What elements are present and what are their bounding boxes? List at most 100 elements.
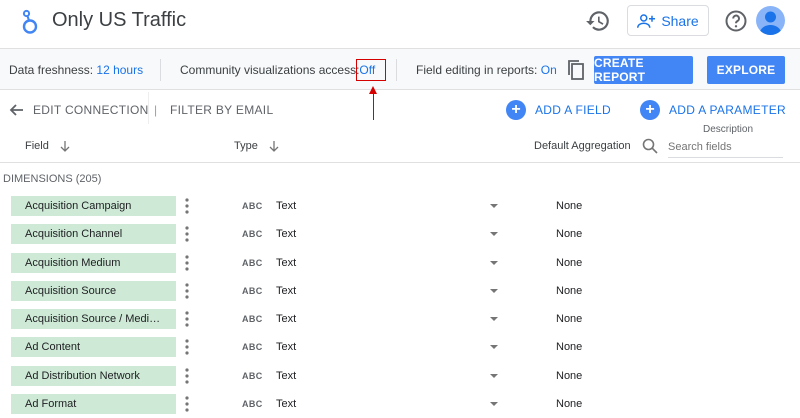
field-name-chip[interactable]: Acquisition Source	[11, 280, 176, 301]
field-name-chip[interactable]: Acquisition Campaign	[11, 196, 176, 216]
default-aggregation-value[interactable]: None	[556, 257, 582, 269]
field-list: Acquisition Campaign ABC Text None Acqui…	[0, 192, 800, 418]
more-vert-icon[interactable]	[183, 225, 191, 243]
text-type-icon: ABC	[242, 342, 263, 353]
add-parameter-icon[interactable]: +	[640, 100, 660, 120]
sort-down-arrow-icon[interactable]	[268, 140, 280, 152]
field-type[interactable]: Text	[276, 228, 296, 240]
field-editing-value[interactable]: On	[541, 63, 557, 77]
default-aggregation-column-header: Default Aggregation	[534, 140, 631, 152]
table-row: Ad Distribution Network ABC Text None	[0, 362, 800, 390]
looker-studio-logo-icon	[22, 9, 38, 34]
divider	[148, 92, 149, 124]
table-row: Acquisition Source ABC Text None	[0, 277, 800, 305]
text-type-icon: ABC	[242, 201, 263, 211]
column-header-row: Field Type Default Aggregation	[0, 131, 800, 163]
community-visualizations-access: Community visualizations access:Off	[180, 63, 375, 77]
copy-icon[interactable]	[566, 59, 586, 81]
community-visualizations-label: Community visualizations access:	[180, 63, 360, 77]
field-type[interactable]: Text	[276, 200, 296, 212]
share-button[interactable]: Share	[627, 5, 709, 36]
field-type[interactable]: Text	[276, 341, 296, 353]
version-history-icon[interactable]	[585, 8, 611, 34]
field-editing-in-reports: Field editing in reports: On	[416, 63, 557, 77]
more-vert-icon[interactable]	[183, 282, 191, 300]
text-type-icon: ABC	[242, 229, 263, 240]
default-aggregation-value[interactable]: None	[556, 370, 582, 382]
separator-pipe: |	[154, 103, 158, 117]
field-type[interactable]: Text	[276, 370, 296, 382]
field-type[interactable]: Text	[276, 313, 296, 325]
back-arrow-icon[interactable]	[8, 102, 24, 118]
help-icon[interactable]	[724, 9, 748, 33]
more-vert-icon[interactable]	[183, 395, 191, 413]
more-vert-icon[interactable]	[183, 197, 191, 215]
type-dropdown-caret-icon[interactable]	[490, 317, 498, 322]
default-aggregation-value[interactable]: None	[556, 228, 582, 240]
more-vert-icon[interactable]	[183, 338, 191, 356]
default-aggregation-value[interactable]: None	[556, 313, 582, 325]
share-label: Share	[661, 12, 699, 29]
field-name-chip[interactable]: Ad Format	[11, 394, 176, 415]
data-source-settings-bar: Data freshness: 12 hours Community visua…	[0, 48, 800, 90]
filter-by-email-button[interactable]: FILTER BY EMAIL	[170, 103, 273, 117]
data-freshness-label: Data freshness:	[9, 63, 94, 77]
field-name-chip[interactable]: Acquisition Source / Medi…	[11, 309, 176, 330]
table-row: Acquisition Source / Medi… ABC Text None	[0, 305, 800, 333]
field-type[interactable]: Text	[276, 285, 296, 297]
dimensions-section-label: DIMENSIONS (205)	[3, 173, 102, 185]
default-aggregation-value[interactable]: None	[556, 398, 582, 410]
search-fields-input[interactable]	[668, 136, 783, 158]
person-icon	[759, 11, 782, 35]
highlight-box	[356, 59, 386, 81]
field-name-chip[interactable]: Ad Distribution Network	[11, 365, 176, 386]
type-dropdown-caret-icon[interactable]	[490, 260, 498, 265]
text-type-icon: ABC	[242, 399, 263, 410]
search-icon	[642, 138, 658, 154]
data-freshness: Data freshness: 12 hours	[9, 63, 143, 77]
type-dropdown-caret-icon[interactable]	[490, 373, 498, 378]
add-field-button[interactable]: ADD A FIELD	[535, 103, 611, 117]
divider	[396, 59, 397, 81]
account-avatar[interactable]	[756, 6, 785, 35]
text-type-icon: ABC	[242, 370, 263, 381]
field-column-header[interactable]: Field	[25, 140, 49, 152]
default-aggregation-value[interactable]: None	[556, 341, 582, 353]
type-dropdown-caret-icon[interactable]	[490, 288, 498, 293]
table-row: Acquisition Channel ABC Text None	[0, 220, 800, 248]
text-type-icon: ABC	[242, 285, 263, 296]
type-dropdown-caret-icon[interactable]	[490, 204, 498, 208]
field-name-chip[interactable]: Acquisition Medium	[11, 252, 176, 273]
text-type-icon: ABC	[242, 314, 263, 325]
type-dropdown-caret-icon[interactable]	[490, 402, 498, 407]
default-aggregation-value[interactable]: None	[556, 200, 582, 212]
table-row: Acquisition Medium ABC Text None	[0, 249, 800, 277]
type-dropdown-caret-icon[interactable]	[490, 345, 498, 350]
top-bar: Only US Traffic Share	[0, 0, 800, 44]
add-parameter-button[interactable]: ADD A PARAMETER	[669, 103, 786, 117]
report-title[interactable]: Only US Traffic	[52, 9, 186, 32]
more-vert-icon[interactable]	[183, 254, 191, 272]
edit-connection-button[interactable]: EDIT CONNECTION	[33, 103, 149, 117]
add-field-icon[interactable]: +	[506, 100, 526, 120]
create-report-button[interactable]: CREATE REPORT	[594, 56, 693, 84]
field-editing-label: Field editing in reports:	[416, 63, 538, 77]
default-aggregation-value[interactable]: None	[556, 285, 582, 297]
table-row: Ad Content ABC Text None	[0, 333, 800, 361]
person-add-icon	[637, 13, 656, 28]
field-type[interactable]: Text	[276, 398, 296, 410]
more-vert-icon[interactable]	[183, 367, 191, 385]
sort-down-arrow-icon[interactable]	[59, 140, 71, 152]
field-name-chip[interactable]: Ad Content	[11, 337, 176, 358]
explore-button[interactable]: EXPLORE	[707, 56, 785, 84]
data-freshness-value[interactable]: 12 hours	[96, 63, 143, 77]
type-dropdown-caret-icon[interactable]	[490, 232, 498, 237]
table-row: Acquisition Campaign ABC Text None	[0, 192, 800, 220]
field-name-chip[interactable]: Acquisition Channel	[11, 224, 176, 245]
field-type[interactable]: Text	[276, 257, 296, 269]
more-vert-icon[interactable]	[183, 310, 191, 328]
type-column-header[interactable]: Type	[234, 140, 258, 152]
field-toolbar: EDIT CONNECTION | FILTER BY EMAIL + ADD …	[0, 92, 800, 128]
text-type-icon: ABC	[242, 257, 263, 268]
divider	[160, 59, 161, 81]
